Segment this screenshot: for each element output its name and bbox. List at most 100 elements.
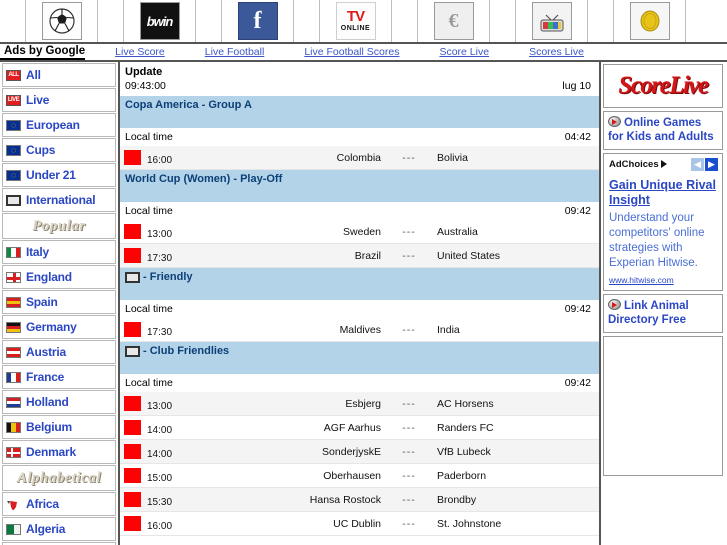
television-icon <box>125 272 140 283</box>
promo-online-games-label: Online Games for Kids and Adults <box>608 117 714 143</box>
table-row[interactable]: 15:30 Hansa Rostock --- Brondby <box>120 488 599 512</box>
promo-online-games[interactable]: Online Games for Kids and Adults <box>603 111 723 150</box>
update-date: lug 10 <box>562 80 591 92</box>
home-team: Oberhausen <box>323 469 381 482</box>
sidebar-item-label: European <box>26 118 80 132</box>
africa-icon <box>6 499 21 510</box>
section-header-world-cup-women[interactable]: World Cup (Women) - Play-Off <box>120 170 599 202</box>
match-score: --- <box>402 517 416 530</box>
topbar-icon-gold-coin[interactable] <box>614 0 686 42</box>
topbar-icon-facebook[interactable]: f <box>222 0 294 42</box>
away-team: United States <box>437 249 501 262</box>
sidebar-item-label: Germany <box>26 320 77 334</box>
ad-link-score-live[interactable]: Score Live <box>439 46 489 58</box>
promo-link-animal-directory[interactable]: Link Animal Directory Free <box>603 294 723 333</box>
ad-headline[interactable]: Gain Unique Rival Insight <box>609 178 718 208</box>
home-team: Colombia <box>336 151 381 164</box>
sidebar-item-italy[interactable]: Italy <box>2 240 116 264</box>
match-time: 15:00 <box>147 472 173 484</box>
sidebar-item-european[interactable]: European <box>2 113 116 137</box>
sidebar-item-under-21[interactable]: Under 21 <box>2 163 116 187</box>
sidebar-item-spain[interactable]: Spain <box>2 290 116 314</box>
next-arrow-icon[interactable]: ▶ <box>705 158 718 171</box>
denmark-flag-icon <box>6 446 21 458</box>
television-icon <box>6 194 21 206</box>
home-team: Brazil <box>354 249 381 262</box>
local-time-label: Local time <box>125 205 173 217</box>
topbar-icon-soccer-ball[interactable] <box>26 0 98 42</box>
match-time: 14:00 <box>147 424 173 436</box>
sidebar-item-denmark[interactable]: Denmark <box>2 440 116 464</box>
table-row[interactable]: 17:30 Brazil --- United States <box>120 244 599 268</box>
left-sidebar: ALL All LIVE Live European Cups Under 21… <box>0 62 120 545</box>
retro-television-icon <box>531 2 572 40</box>
adchoices-label[interactable]: AdChoices <box>609 159 667 170</box>
ad-link-scores-live[interactable]: Scores Live <box>529 46 584 58</box>
match-score: --- <box>402 151 416 164</box>
match-score: --- <box>402 249 416 262</box>
italy-flag-icon <box>6 246 21 258</box>
table-row[interactable]: 13:00 Esbjerg --- AC Horsens <box>120 392 599 416</box>
sidebar-item-africa[interactable]: Africa <box>2 492 116 516</box>
home-team: AGF Aarhus <box>323 421 381 434</box>
sidebar-item-label: England <box>26 270 72 284</box>
topbar-icon-euro[interactable]: € <box>418 0 490 42</box>
local-time-value: 09:42 <box>564 377 591 389</box>
sidebar-item-cups[interactable]: Cups <box>2 138 116 162</box>
scorelive-logo-text: ScoreLive <box>618 72 709 99</box>
sidebar-item-label: Under 21 <box>26 168 76 182</box>
topbar-icon-tv-online[interactable]: TV ONLINE <box>320 0 392 42</box>
table-row[interactable]: 16:00 Colombia --- Bolivia <box>120 146 599 170</box>
alphabetical-banner: Alphabetical <box>2 465 116 491</box>
england-flag-icon <box>6 271 21 283</box>
topbar-icon-bwin[interactable]: bwin <box>124 0 196 42</box>
home-team: Hansa Rostock <box>309 493 381 506</box>
sidebar-item-international[interactable]: International <box>2 188 116 212</box>
match-time: 17:30 <box>147 326 173 338</box>
sidebar-item-belgium[interactable]: Belgium <box>2 415 116 439</box>
ad-link-live-football-scores[interactable]: Live Football Scores <box>304 46 399 58</box>
home-team: Sweden <box>343 225 381 238</box>
table-row[interactable]: 14:00 AGF Aarhus --- Randers FC <box>120 416 599 440</box>
topbar-spacer <box>294 0 320 42</box>
ad-display-url[interactable]: www.hitwise.com <box>609 275 718 285</box>
table-row[interactable]: 16:00 UC Dublin --- St. Johnstone <box>120 512 599 536</box>
match-time: 13:00 <box>147 400 173 412</box>
live-marker-icon <box>124 150 141 165</box>
popular-banner-label: Popular <box>32 217 86 234</box>
sidebar-item-live[interactable]: LIVE Live <box>2 88 116 112</box>
ad-link-live-score[interactable]: Live Score <box>115 46 165 58</box>
table-row[interactable]: 14:00 SonderjyskE --- VfB Lubeck <box>120 440 599 464</box>
prev-arrow-icon[interactable]: ◀ <box>691 158 704 171</box>
local-time-row: Local time 09:42 <box>120 374 599 392</box>
live-marker-icon <box>124 322 141 337</box>
sidebar-item-algeria[interactable]: Algeria <box>2 517 116 541</box>
facebook-icon: f <box>237 2 278 40</box>
table-row[interactable]: 13:00 Sweden --- Australia <box>120 220 599 244</box>
germany-flag-icon <box>6 321 21 333</box>
sidebar-item-england[interactable]: England <box>2 265 116 289</box>
european-union-flag-icon <box>6 169 21 181</box>
table-row[interactable]: 15:00 Oberhausen --- Paderborn <box>120 464 599 488</box>
local-time-label: Local time <box>125 131 173 143</box>
match-score: --- <box>402 225 416 238</box>
alphabetical-banner-label: Alphabetical <box>16 469 102 486</box>
home-team: UC Dublin <box>333 517 381 530</box>
sidebar-item-austria[interactable]: Austria <box>2 340 116 364</box>
topbar-icon-television[interactable] <box>516 0 588 42</box>
sidebar-item-france[interactable]: France <box>2 365 116 389</box>
section-header-copa-america[interactable]: Copa America - Group A <box>120 96 599 128</box>
adchoices-row: AdChoices ◀ ▶ <box>609 158 718 171</box>
sidebar-item-germany[interactable]: Germany <box>2 315 116 339</box>
sidebar-item-holland[interactable]: Holland <box>2 390 116 414</box>
home-team: Maldives <box>339 323 381 336</box>
table-row[interactable]: 17:30 Maldives --- India <box>120 318 599 342</box>
match-time: 16:00 <box>147 154 173 166</box>
ad-link-live-football[interactable]: Live Football <box>205 46 265 58</box>
section-header-friendly[interactable]: - Friendly <box>120 268 599 300</box>
sidebar-item-all[interactable]: ALL All <box>2 63 116 87</box>
bwin-logo-icon: bwin <box>139 2 180 40</box>
holland-flag-icon <box>6 396 21 408</box>
sidebar-item-label: Live <box>26 93 50 107</box>
section-header-club-friendlies[interactable]: - Club Friendlies <box>120 342 599 374</box>
